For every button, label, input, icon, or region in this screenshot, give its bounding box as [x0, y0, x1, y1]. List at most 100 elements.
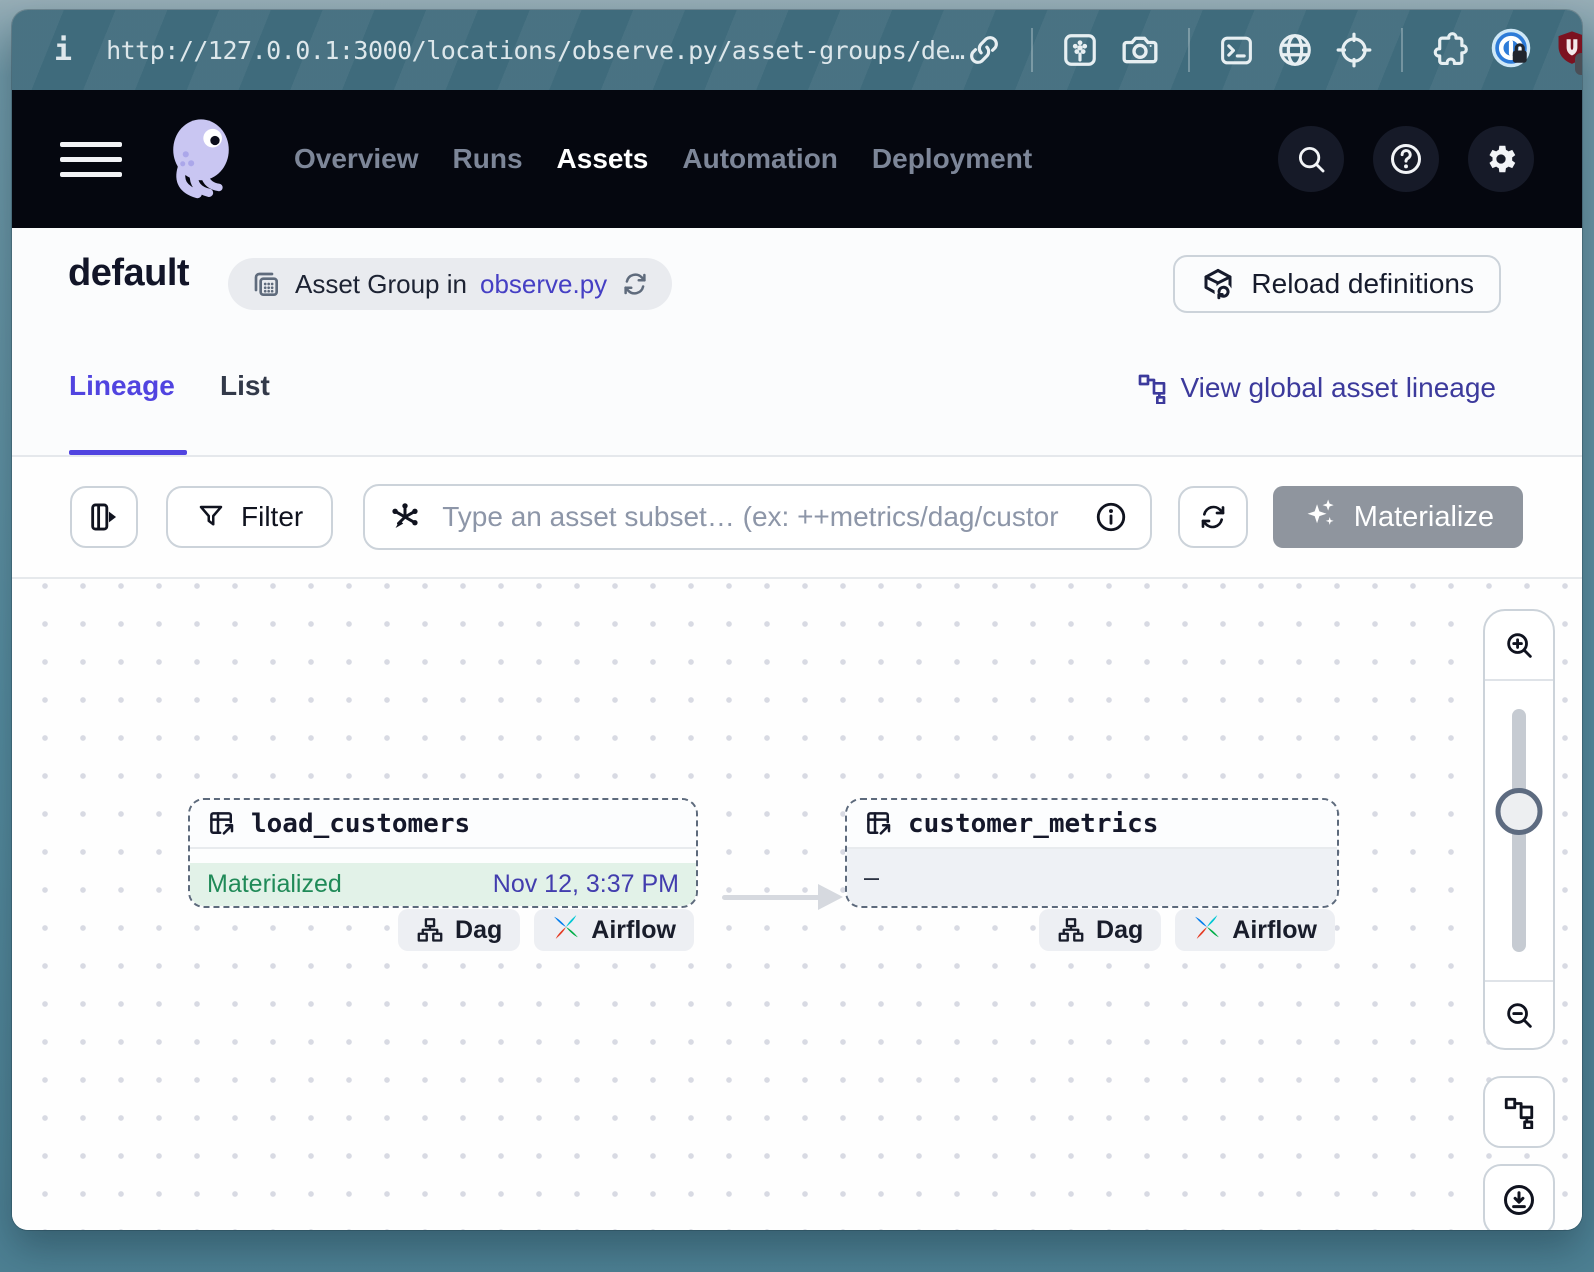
link-icon[interactable]	[965, 31, 1003, 69]
view-global-asset-lineage-link[interactable]: View global asset lineage	[1136, 372, 1496, 404]
nav-tab-overview[interactable]: Overview	[294, 143, 419, 175]
toolbar-divider	[1401, 28, 1403, 72]
globe-icon[interactable]	[1276, 31, 1314, 69]
node-tags-load-customers: Dag Airflow	[188, 909, 694, 951]
page-title: default	[68, 252, 189, 295]
asset-node-load-customers[interactable]: load_customers Materialized Nov 12, 3:37…	[188, 798, 698, 908]
zoom-slider	[1485, 681, 1553, 980]
asset-group-badge: Asset Group in observe.py	[228, 258, 672, 310]
zoom-controls	[1483, 609, 1555, 1050]
terminal-icon[interactable]	[1218, 32, 1255, 69]
zoom-out-button[interactable]	[1485, 980, 1553, 1048]
asset-node-customer-metrics[interactable]: customer_metrics –	[845, 798, 1339, 908]
search-input[interactable]	[440, 500, 1077, 534]
asset-subset-search[interactable]	[363, 484, 1152, 550]
lineage-edge	[722, 895, 820, 900]
airflow-tag[interactable]: Airflow	[1175, 909, 1335, 951]
browser-url-bar: i http://127.0.0.1:3000/locations/observ…	[12, 10, 1582, 90]
reload-definitions-button[interactable]: Reload definitions	[1173, 255, 1501, 313]
lineage-edge-arrowhead	[818, 884, 843, 910]
target-icon[interactable]	[1335, 31, 1373, 69]
airflow-tag-label: Airflow	[591, 916, 676, 945]
refresh-icon	[1197, 501, 1229, 533]
asset-group-icon	[250, 268, 282, 300]
status-label: –	[864, 862, 879, 893]
photo-icon[interactable]	[1061, 31, 1099, 69]
collapse-panel-button[interactable]	[70, 486, 138, 548]
toolbar-divider	[1031, 28, 1033, 72]
status-timestamp[interactable]: Nov 12, 3:37 PM	[493, 870, 679, 899]
search-icon[interactable]	[1278, 126, 1344, 192]
dag-icon	[416, 916, 444, 944]
reload-definitions-icon	[1200, 266, 1236, 302]
url-text[interactable]: http://127.0.0.1:3000/locations/observe.…	[106, 36, 965, 65]
nav-tab-automation[interactable]: Automation	[682, 143, 838, 175]
nav-action-icons	[1278, 126, 1534, 192]
filter-button[interactable]: Filter	[166, 486, 333, 548]
asset-group-file-link[interactable]: observe.py	[480, 269, 607, 300]
view-global-asset-lineage-label: View global asset lineage	[1181, 372, 1496, 404]
dagster-octopus-logo[interactable]	[158, 114, 244, 205]
toolbar-divider	[1188, 28, 1190, 72]
sparkles-icon	[1302, 494, 1340, 540]
browser-window: i http://127.0.0.1:3000/locations/observ…	[12, 10, 1582, 1230]
airflow-icon	[552, 913, 580, 948]
app-navbar: Overview Runs Assets Automation Deployme…	[12, 90, 1582, 228]
password-manager-icon[interactable]	[1490, 27, 1532, 74]
page-content: default Asset Group in observe.py Reload…	[12, 228, 1582, 1230]
settings-gear-icon[interactable]	[1468, 126, 1534, 192]
nav-tab-deployment[interactable]: Deployment	[872, 143, 1032, 175]
extension-icon[interactable]	[1431, 31, 1469, 69]
tab-lineage[interactable]: Lineage	[69, 370, 175, 402]
asset-name: customer_metrics	[908, 809, 1158, 839]
status-label: Materialized	[207, 870, 342, 899]
page-header: default Asset Group in observe.py Reload…	[12, 228, 1582, 340]
help-icon[interactable]	[1373, 126, 1439, 192]
asset-table-icon	[207, 809, 237, 839]
node-tags-customer-metrics: Dag Airflow	[845, 909, 1335, 951]
materialization-status-row: Materialized Nov 12, 3:37 PM	[190, 863, 696, 906]
tab-list[interactable]: List	[220, 370, 270, 402]
view-graph-lineage-button[interactable]	[1483, 1076, 1555, 1148]
camera-icon[interactable]	[1120, 30, 1160, 70]
view-tabs-row: Lineage List View global asset lineage	[12, 340, 1582, 457]
asset-subset-icon	[387, 499, 423, 535]
airflow-tag[interactable]: Airflow	[534, 909, 694, 951]
hamburger-menu-icon[interactable]	[60, 142, 122, 177]
nav-tabs: Overview Runs Assets Automation Deployme…	[294, 143, 1032, 175]
materialize-button[interactable]: Materialize	[1273, 486, 1523, 548]
dag-tag[interactable]: Dag	[398, 909, 520, 951]
lineage-graph-icon	[1502, 1095, 1536, 1129]
shield-badge: 2	[1575, 53, 1582, 75]
asset-group-text: Asset Group in	[295, 269, 467, 300]
download-icon	[1501, 1182, 1537, 1218]
dag-icon	[1057, 916, 1085, 944]
refresh-graph-button[interactable]	[1178, 486, 1248, 548]
asset-name: load_customers	[251, 809, 470, 839]
nav-tab-assets[interactable]: Assets	[557, 143, 649, 175]
dag-tag[interactable]: Dag	[1039, 909, 1161, 951]
lineage-graph-icon	[1136, 372, 1168, 404]
refresh-icon[interactable]	[620, 269, 650, 299]
adblock-shield-icon[interactable]: 2	[1553, 28, 1582, 73]
airflow-tag-label: Airflow	[1232, 916, 1317, 945]
dag-tag-label: Dag	[1096, 916, 1143, 945]
reload-definitions-label: Reload definitions	[1251, 268, 1474, 300]
page-info-icon[interactable]: i	[54, 33, 72, 68]
filter-funnel-icon	[196, 502, 226, 532]
active-tab-underline	[69, 450, 187, 455]
airflow-icon	[1193, 913, 1221, 948]
browser-toolbar: 2	[965, 27, 1582, 74]
nav-tab-runs[interactable]: Runs	[453, 143, 523, 175]
materialization-status-row: –	[847, 849, 1337, 906]
download-graph-button[interactable]	[1483, 1164, 1555, 1230]
lineage-toolbar: Filter Materialize	[12, 457, 1582, 579]
lineage-graph-canvas[interactable]: load_customers Materialized Nov 12, 3:37…	[12, 579, 1582, 1230]
zoom-slider-handle[interactable]	[1496, 788, 1543, 835]
filter-label: Filter	[241, 501, 303, 533]
info-icon[interactable]	[1094, 500, 1128, 534]
materialize-label: Materialize	[1354, 501, 1494, 534]
node-body-spacer	[190, 849, 696, 863]
zoom-in-button[interactable]	[1485, 611, 1553, 681]
dag-tag-label: Dag	[455, 916, 502, 945]
